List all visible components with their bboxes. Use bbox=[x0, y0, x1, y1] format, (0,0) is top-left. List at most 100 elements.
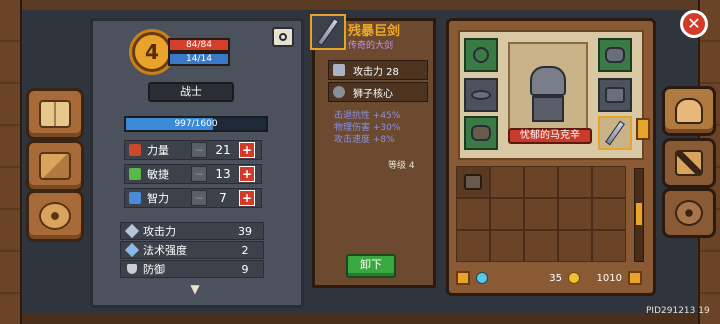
item-stat-label: 攻击力 28 bbox=[353, 66, 399, 78]
inventory-slot[interactable] bbox=[558, 166, 592, 198]
inventory-slot[interactable] bbox=[592, 198, 626, 230]
equip-slot-helmet[interactable] bbox=[598, 38, 632, 72]
inventory-scrollbar[interactable] bbox=[634, 168, 644, 262]
helmet-icon bbox=[605, 47, 625, 63]
decrease-strength-button[interactable]: − bbox=[191, 142, 207, 158]
attribute-row-strength: 力量 − 21 + bbox=[124, 140, 262, 160]
attribute-value: 13 bbox=[215, 167, 231, 181]
attribute-name: 智力 bbox=[147, 192, 169, 205]
equip-slot-armor[interactable] bbox=[598, 78, 632, 112]
combat-stat-spell-power: 法术强度 2 bbox=[120, 241, 264, 259]
sort-icon[interactable] bbox=[628, 271, 642, 285]
attribute-name: 敏捷 bbox=[147, 168, 169, 181]
item-bonus: 攻击速度 +8% bbox=[334, 135, 395, 145]
increase-strength-button[interactable]: + bbox=[239, 142, 255, 158]
decrease-intelligence-button[interactable]: − bbox=[191, 190, 207, 206]
tab-pets[interactable] bbox=[26, 190, 84, 242]
item-stat-label: 狮子核心 bbox=[353, 88, 393, 100]
class-label: 战士 bbox=[148, 82, 234, 102]
paw-icon bbox=[39, 202, 71, 230]
tab-settings[interactable] bbox=[662, 188, 716, 238]
inventory-slot[interactable] bbox=[490, 166, 524, 198]
sword-icon bbox=[333, 64, 345, 76]
tab-crafting[interactable] bbox=[26, 140, 84, 192]
camera-button[interactable] bbox=[272, 27, 294, 47]
equip-slot-ring[interactable] bbox=[464, 78, 498, 112]
intelligence-icon bbox=[129, 192, 141, 204]
attribute-row-intelligence: 智力 − 7 + bbox=[124, 188, 262, 208]
item-stat-core: 狮子核心 bbox=[328, 82, 428, 102]
tab-equipment[interactable] bbox=[662, 86, 716, 136]
greatsword-icon bbox=[605, 120, 625, 146]
combat-stat-value: 9 bbox=[241, 262, 249, 276]
inventory-slot[interactable] bbox=[558, 230, 592, 262]
boots-icon bbox=[471, 125, 491, 141]
item-stat-attack: 攻击力 28 bbox=[328, 60, 428, 80]
inventory-slot[interactable] bbox=[524, 230, 558, 262]
panel-toggle-tab[interactable] bbox=[636, 118, 650, 140]
equip-slot-weapon[interactable] bbox=[598, 116, 632, 150]
lock-icon[interactable] bbox=[456, 271, 470, 285]
necklace-icon bbox=[473, 47, 489, 63]
ring-icon bbox=[471, 90, 491, 100]
hp-bar: 84/84 bbox=[168, 38, 230, 52]
hero-helmet-sprite bbox=[530, 66, 566, 96]
gem-count: 35 bbox=[549, 272, 562, 284]
inventory-slot[interactable] bbox=[592, 166, 626, 198]
combat-stat-name: 法术强度 bbox=[143, 244, 187, 257]
xp-text: 997/1600 bbox=[174, 119, 218, 129]
mp-bar: 14/14 bbox=[168, 52, 230, 66]
tab-skills[interactable] bbox=[662, 138, 716, 188]
close-icon: ✕ bbox=[687, 14, 701, 33]
gem-icon bbox=[476, 272, 488, 284]
equip-slot-boots[interactable] bbox=[464, 116, 498, 150]
combat-stat-name: 防御 bbox=[143, 263, 165, 276]
agility-icon bbox=[129, 168, 141, 180]
item-icon bbox=[310, 14, 346, 50]
inventory-slot[interactable] bbox=[490, 230, 524, 262]
item-name: 残暴巨剑 bbox=[348, 24, 401, 39]
decrease-agility-button[interactable]: − bbox=[191, 166, 207, 182]
book-icon bbox=[39, 100, 71, 128]
increase-intelligence-button[interactable]: + bbox=[239, 190, 255, 206]
attribute-row-agility: 敏捷 − 13 + bbox=[124, 164, 262, 184]
hero-body-sprite bbox=[532, 96, 564, 122]
inventory-slot[interactable] bbox=[456, 230, 490, 262]
xp-bar: 997/1600 bbox=[124, 116, 268, 132]
inventory-slot[interactable] bbox=[490, 198, 524, 230]
inventory-slot[interactable] bbox=[456, 166, 490, 198]
scrollbar-thumb[interactable] bbox=[636, 203, 642, 225]
hero-name: 忧郁的马克辛 bbox=[508, 128, 592, 144]
player-id: PID291213 19 bbox=[646, 306, 710, 316]
strength-icon bbox=[129, 144, 141, 156]
scroll-down-arrow-icon[interactable]: ▼ bbox=[180, 283, 210, 295]
inventory-slot[interactable] bbox=[524, 166, 558, 198]
attribute-value: 7 bbox=[219, 191, 227, 205]
helmet-icon bbox=[675, 98, 703, 124]
inventory-grid bbox=[456, 166, 630, 262]
crossed-swords-icon bbox=[675, 150, 703, 176]
increase-agility-button[interactable]: + bbox=[239, 166, 255, 182]
inventory-slot[interactable] bbox=[456, 198, 490, 230]
item-detail-panel bbox=[312, 18, 436, 288]
crate-icon bbox=[39, 152, 71, 180]
unequip-button[interactable]: 卸下 bbox=[346, 254, 396, 278]
inventory-slot[interactable] bbox=[524, 198, 558, 230]
inventory-slot[interactable] bbox=[558, 198, 592, 230]
tab-book[interactable] bbox=[26, 88, 84, 140]
armor-icon bbox=[605, 87, 625, 103]
combat-stat-defense: 防御 9 bbox=[120, 260, 264, 278]
close-button[interactable]: ✕ bbox=[680, 10, 708, 38]
coin-icon bbox=[568, 272, 580, 284]
level-badge: 4 bbox=[132, 32, 172, 72]
equip-slot-necklace[interactable] bbox=[464, 38, 498, 72]
item-rarity: 传奇的大剑 bbox=[348, 41, 394, 51]
wand-icon bbox=[124, 242, 140, 258]
combat-stat-name: 攻击力 bbox=[143, 225, 176, 238]
currency-bar: 35 1010 bbox=[456, 268, 646, 288]
combat-stat-value: 39 bbox=[238, 224, 252, 238]
coin-count: 1010 bbox=[596, 272, 622, 284]
camera-icon bbox=[279, 33, 287, 41]
inventory-slot[interactable] bbox=[592, 230, 626, 262]
item-level: 等级 4 bbox=[388, 161, 415, 171]
